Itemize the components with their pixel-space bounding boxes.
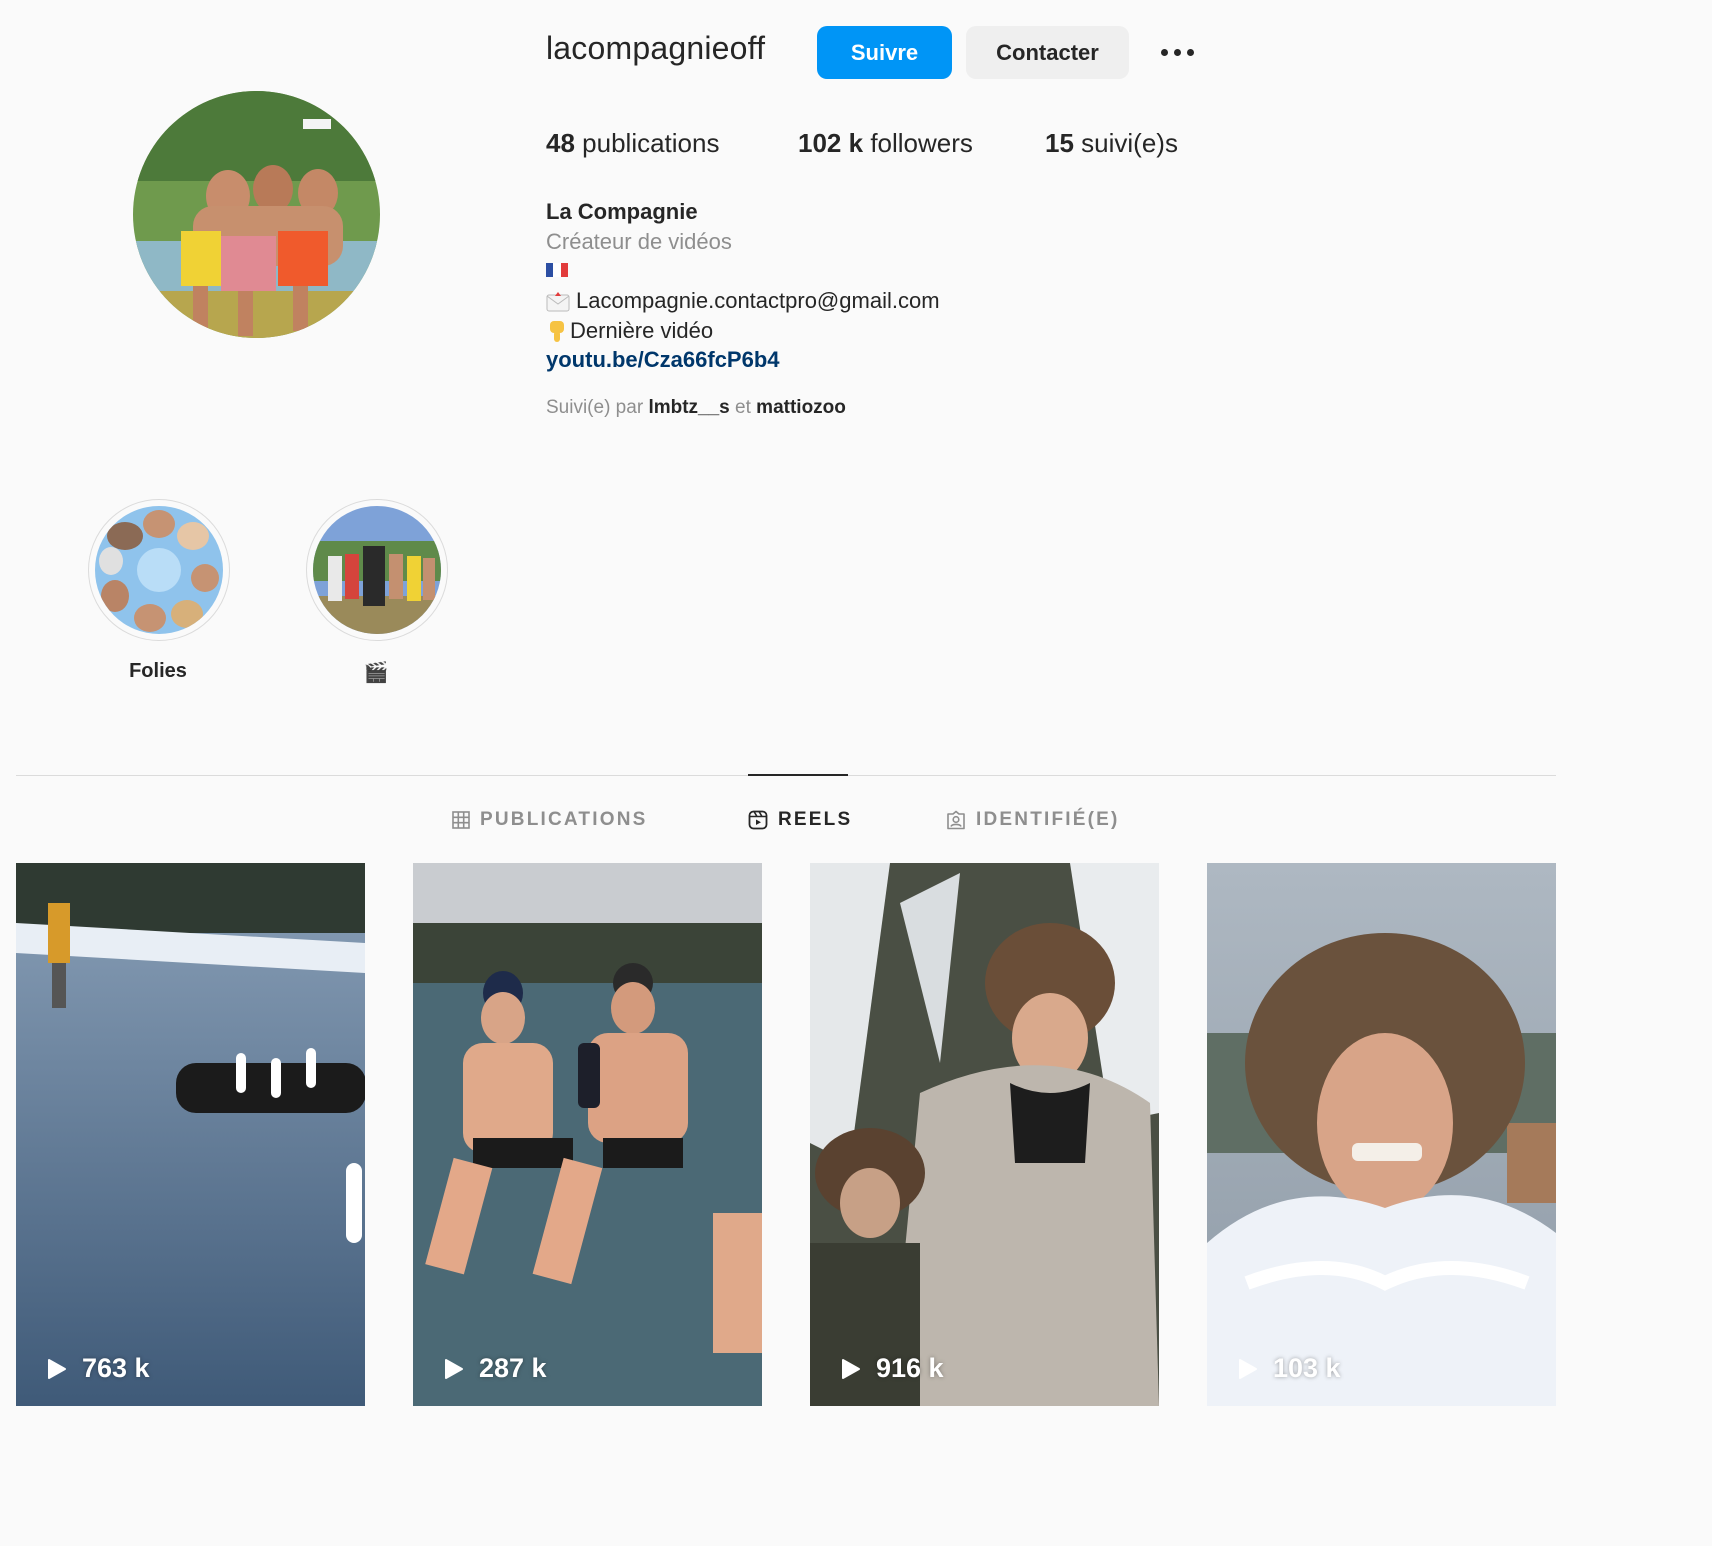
bio-video-text: Dernière vidéo [570,318,714,343]
more-options-icon[interactable] [1156,34,1198,70]
highlight-folies-label: Folies [129,660,187,682]
bio-category: Créateur de vidéos [546,229,732,254]
pointing-down-icon [550,321,564,342]
tab-identifie[interactable]: IDENTIFIÉ(E) [946,806,1120,834]
reel-3-views: 916 k [838,1353,944,1384]
tab-identifie-label: IDENTIFIÉ(E) [976,809,1120,830]
highlight-clapper[interactable] [306,499,448,641]
reel-1-views: 763 k [44,1353,150,1384]
contact-button[interactable]: Contacter [966,26,1129,79]
tab-publications-label: PUBLICATIONS [480,809,648,830]
bio-email-line: Lacompagnie.contactpro@gmail.com [546,288,940,314]
bio-link[interactable]: youtu.be/Cza66fcP6b4 [546,347,780,373]
tagged-icon [947,810,965,830]
reel-4-views: 103 k [1235,1353,1341,1384]
profile-username: lacompagnieoff [546,30,766,66]
stat-followers[interactable]: 102 k followers [798,128,973,159]
stat-publications: 48 publications [546,128,719,159]
publications-label: publications [582,128,720,158]
reel-4-views-count: 103 k [1273,1353,1341,1383]
french-flag-icon [546,263,568,277]
reel-tile-3[interactable]: 916 k [810,863,1159,1406]
play-icon [1239,1358,1257,1379]
profile-avatar[interactable] [133,91,380,338]
publications-count: 48 [546,128,575,158]
play-icon [842,1358,860,1379]
following-count: 15 [1045,128,1074,158]
followed-user-1[interactable]: lmbtz__s [648,397,729,418]
highlight-folies[interactable] [88,499,230,641]
reels-icon [748,810,768,830]
tab-reels[interactable]: REELS [748,806,852,834]
followers-count: 102 k [798,128,864,158]
highlight-folies-image [95,506,223,634]
bio-name: La Compagnie [546,199,698,224]
reel-tile-2[interactable]: 287 k [413,863,762,1406]
reel-3-views-count: 916 k [876,1353,944,1383]
play-icon [445,1358,463,1379]
followed-joiner: et [735,397,751,418]
grid-icon [452,811,470,829]
bio-email: Lacompagnie.contactpro@gmail.com [576,288,940,313]
highlight-clapper-image [313,506,441,634]
followers-label: followers [870,128,973,158]
reel-1-views-count: 763 k [82,1353,150,1383]
followed-prefix: Suivi(e) par [546,397,644,418]
reel-2-views-count: 287 k [479,1353,547,1383]
reel-tile-4[interactable]: 103 k [1207,863,1556,1406]
bio-video-line: Dernière vidéo [546,318,713,344]
followed-user-2[interactable]: mattiozoo [756,397,846,418]
following-label: suivi(e)s [1081,128,1178,158]
tab-publications[interactable]: PUBLICATIONS [452,806,648,834]
followed-by: Suivi(e) par lmbtz__s et mattiozoo [546,397,846,419]
tab-reels-label: REELS [778,809,853,830]
reel-tile-1[interactable]: 763 k [16,863,365,1406]
play-icon [48,1358,66,1379]
follow-button[interactable]: Suivre [817,26,952,79]
reel-2-views: 287 k [441,1353,547,1384]
highlight-clapper-label: 🎬 [363,662,389,684]
active-tab-indicator [748,774,848,776]
envelope-icon [546,292,570,312]
stat-following[interactable]: 15 suivi(e)s [1045,128,1178,159]
